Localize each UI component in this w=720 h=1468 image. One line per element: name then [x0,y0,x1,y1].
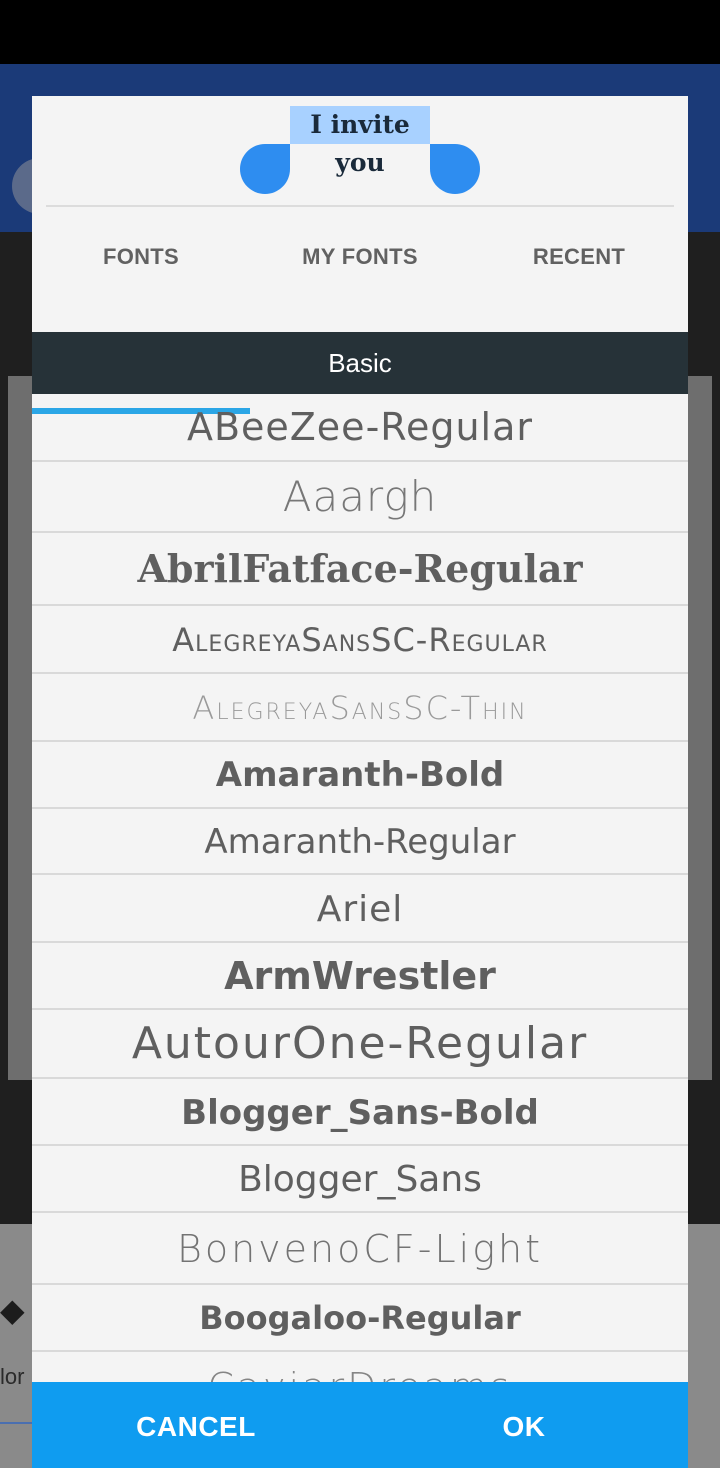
section-header: Basic [32,332,688,394]
font-item-label: Blogger_Sans-Bold [181,1093,539,1133]
font-item[interactable]: Blogger_Sans [32,1146,688,1213]
font-item[interactable]: Amaranth-Bold [32,742,688,809]
preview-text[interactable]: I invite you [290,106,430,177]
ok-button[interactable]: OK [360,1382,688,1468]
font-item-label: Amaranth-Regular [204,822,516,862]
font-item[interactable]: Boogaloo-Regular [32,1285,688,1352]
font-picker-dialog: I invite you FONTS MY FONTS RECENT Basic… [32,96,688,1468]
font-item[interactable]: CaviarDreams [32,1352,688,1382]
font-item-label: Aaargh [282,472,438,521]
font-tabs: FONTS MY FONTS RECENT [32,208,688,414]
font-item-label: AlegreyaSansSC-Regular [172,621,548,659]
font-item-label: Blogger_Sans [238,1159,482,1200]
font-item-label: AlegreyaSansSC-Thin [192,689,528,727]
font-item-label: ArmWrestler [224,954,496,998]
font-item-label: Ariel [316,889,404,930]
font-item-label: ABeeZee-Regular [186,405,534,449]
cancel-button[interactable]: CANCEL [32,1382,360,1468]
font-item[interactable]: Ariel [32,875,688,943]
text-preview: I invite you [32,96,688,207]
preview-divider [46,205,674,207]
selection-handle-right[interactable] [430,144,480,194]
tab-my-fonts[interactable]: MY FONTS [250,208,470,304]
font-item-label: Boogaloo-Regular [199,1299,521,1337]
font-item-label: AutourOne-Regular [131,1018,589,1069]
selection-handle-left[interactable] [240,144,290,194]
tab-recent[interactable]: RECENT [470,208,688,304]
font-item[interactable]: AlegreyaSansSC-Regular [32,606,688,674]
font-item[interactable]: BonvenoCF-Light [32,1213,688,1285]
font-list[interactable]: ABeeZee-Regular Aaargh AbrilFatface-Regu… [32,394,688,1382]
font-item[interactable]: Blogger_Sans-Bold [32,1079,688,1146]
font-item[interactable]: ABeeZee-Regular [32,394,688,462]
font-item[interactable]: ArmWrestler [32,943,688,1010]
font-item[interactable]: AutourOne-Regular [32,1010,688,1079]
color-fill-icon: ◆ [0,1292,25,1328]
font-item[interactable]: Amaranth-Regular [32,809,688,875]
font-item-label: CaviarDreams [32,1352,688,1382]
dialog-actions: CANCEL OK [32,1382,688,1468]
font-item-label: Amaranth-Bold [215,755,505,795]
toolbar-divider [0,1422,32,1424]
font-item-label: AbrilFatface-Regular [137,546,583,591]
status-bar [0,0,720,64]
tab-fonts[interactable]: FONTS [32,208,250,304]
toolbar-label: lor [0,1364,25,1389]
font-item[interactable]: Aaargh [32,462,688,533]
font-item[interactable]: AlegreyaSansSC-Thin [32,674,688,742]
font-item[interactable]: AbrilFatface-Regular [32,533,688,606]
font-item-label: BonvenoCF-Light [176,1227,544,1271]
